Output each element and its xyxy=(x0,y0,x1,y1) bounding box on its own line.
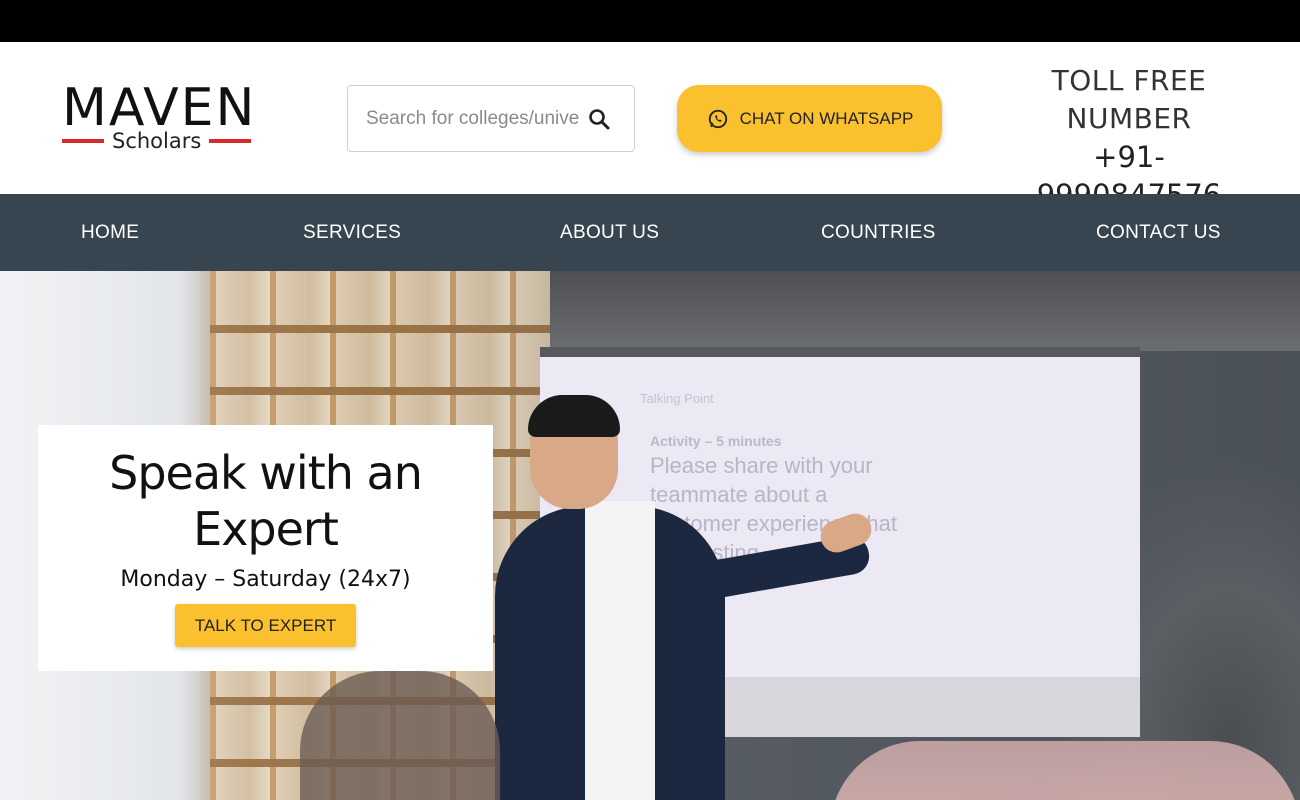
top-bar xyxy=(0,0,1300,42)
logo[interactable]: MAVEN Scholars xyxy=(62,82,287,194)
nav-item-contact-us[interactable]: CONTACT US xyxy=(1096,194,1221,271)
hero-blur-shoulder xyxy=(830,741,1300,800)
hero-ceiling xyxy=(550,271,1300,351)
nav-item-home[interactable]: HOME xyxy=(81,194,139,271)
toll-free-label-line2: NUMBER xyxy=(1066,102,1192,135)
search-icon[interactable] xyxy=(586,106,612,132)
whatsapp-button-label: CHAT ON WHATSAPP xyxy=(739,108,914,128)
speak-with-expert-card: Speak with an Expert Monday – Saturday (… xyxy=(38,425,493,671)
toll-free-label-line1: TOLL FREE xyxy=(1051,64,1207,97)
hero-presenter-hair xyxy=(528,395,620,437)
nav-item-services[interactable]: SERVICES xyxy=(303,194,401,271)
hero-screen-heading: Talking Point xyxy=(640,391,714,406)
search-box xyxy=(347,85,635,152)
nav-item-about-us[interactable]: ABOUT US xyxy=(560,194,659,271)
talk-to-expert-button[interactable]: TALK TO EXPERT xyxy=(174,604,357,647)
main-nav: HOME SERVICES ABOUT US COUNTRIES CONTACT… xyxy=(0,194,1300,271)
hero-blur-audience xyxy=(300,671,500,800)
nav-item-countries[interactable]: COUNTRIES xyxy=(821,194,936,271)
hero-banner: Talking Point Activity – 5 minutes Pleas… xyxy=(0,271,1300,800)
expert-hours: Monday – Saturday (24x7) xyxy=(120,567,411,592)
logo-sub-text: Scholars xyxy=(112,129,202,153)
expert-title-line1: Speak with an xyxy=(109,446,423,500)
logo-red-line-right xyxy=(209,139,252,143)
chat-on-whatsapp-button[interactable]: CHAT ON WHATSAPP xyxy=(677,85,942,152)
site-header: MAVEN Scholars CHAT ON WHATSAPP TOLL FRE… xyxy=(0,42,1300,212)
hero-presenter-shirt xyxy=(585,501,655,800)
logo-main-text: MAVEN xyxy=(62,78,257,138)
hero-screen-activity: Activity – 5 minutes xyxy=(650,433,782,449)
logo-red-line-left xyxy=(62,139,104,143)
whatsapp-icon xyxy=(706,107,730,131)
toll-free-block: TOLL FREE NUMBER +91-9990847576 xyxy=(1005,62,1253,214)
search-input[interactable] xyxy=(366,107,580,130)
expert-title-line2: Expert xyxy=(193,502,339,556)
